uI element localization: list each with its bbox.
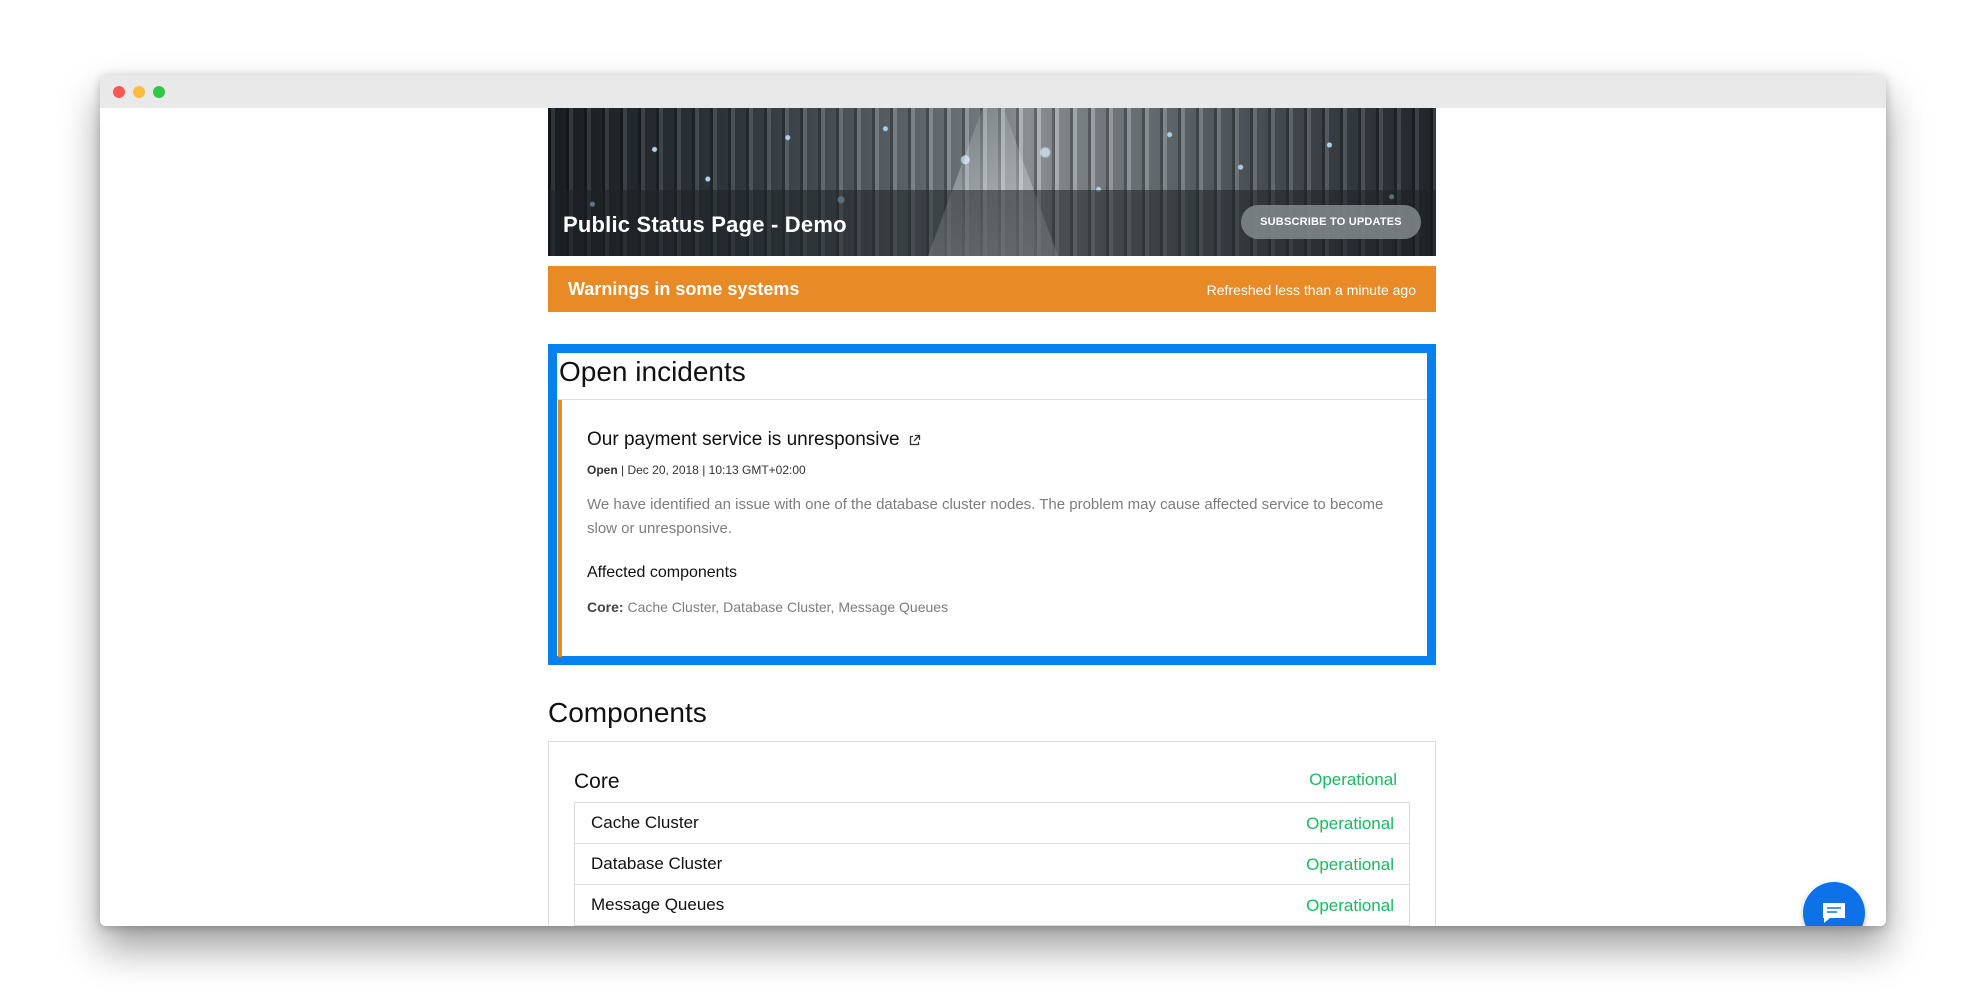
affected-components-heading: Affected components [587,564,738,581]
component-row: Message Queues Operational [574,884,1410,926]
minimize-window-button[interactable] [133,86,145,98]
maximize-window-button[interactable] [153,86,165,98]
status-badge: Operational [1309,770,1397,789]
components-heading: Components [548,697,707,728]
page-viewport[interactable]: Public Status Page - Demo SUBSCRIBE TO U… [100,108,1886,926]
external-link-icon[interactable] [908,434,921,447]
chat-bubble-icon [1823,903,1845,923]
refresh-timestamp: Refreshed less than a minute ago [1206,282,1416,298]
open-incidents-heading: Open incidents [559,356,746,387]
browser-window: Public Status Page - Demo SUBSCRIBE TO U… [100,75,1886,926]
affected-group-label: Core: [587,599,624,615]
hero-banner: Public Status Page - Demo SUBSCRIBE TO U… [548,108,1436,256]
component-group-name: Core [574,770,620,793]
chat-button[interactable] [1803,882,1865,926]
affected-components-list: Core: Cache Cluster, Database Cluster, M… [587,599,948,615]
status-badge: Operational [1306,896,1394,915]
status-badge: Operational [1306,814,1394,833]
component-group-core: Core Operational [549,742,1435,802]
subscribe-button[interactable]: SUBSCRIBE TO UPDATES [1241,205,1421,239]
component-name: Cache Cluster [591,813,699,832]
window-titlebar [100,75,1886,108]
incident-meta: Open | Dec 20, 2018 | 10:13 GMT+02:00 [587,463,806,477]
incident-title[interactable]: Our payment service is unresponsive [587,429,900,451]
status-page-content: Public Status Page - Demo SUBSCRIBE TO U… [548,108,1436,926]
meta-separator: | [617,463,628,477]
incidents-list: Our payment service is unresponsive Open… [557,399,1427,657]
component-name: Message Queues [591,895,725,914]
component-rows: Cache Cluster Operational Database Clust… [574,802,1410,926]
status-warning-banner: Warnings in some systems Refreshed less … [548,266,1436,312]
close-window-button[interactable] [113,86,125,98]
incident-card: Our payment service is unresponsive Open… [558,400,1427,657]
status-badge: Operational [1306,855,1394,874]
incident-status: Open [587,463,618,477]
incident-title-link[interactable]: Our payment service is unresponsive [587,429,921,451]
component-name: Database Cluster [591,854,723,873]
incident-date: Dec 20, 2018 | 10:13 GMT+02:00 [627,463,806,477]
page-title: Public Status Page - Demo [563,212,847,237]
incident-description: We have identified an issue with one of … [587,496,1384,537]
component-row: Database Cluster Operational [574,843,1410,885]
open-incidents-section: Open incidents Our payment service is un… [548,344,1436,665]
overall-status-text: Warnings in some systems [568,279,800,299]
affected-components-names: Cache Cluster, Database Cluster, Message… [623,599,949,615]
components-list: Core Operational Cache Cluster Operation… [548,741,1436,926]
component-row: Cache Cluster Operational [574,802,1410,844]
